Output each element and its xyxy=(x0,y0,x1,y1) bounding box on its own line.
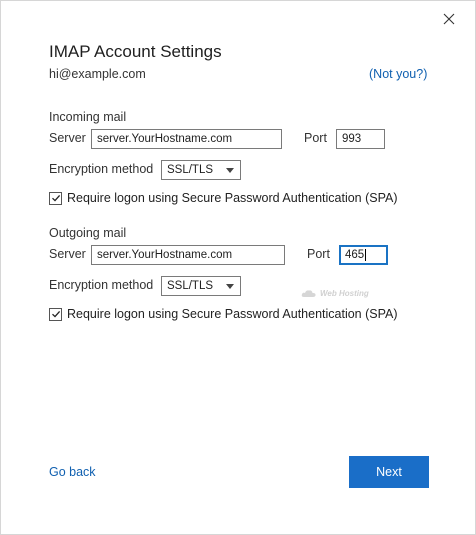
next-button[interactable]: Next xyxy=(349,456,429,488)
incoming-server-label: Server xyxy=(49,131,86,145)
incoming-spa-label: Require logon using Secure Password Auth… xyxy=(67,191,398,205)
incoming-server-input[interactable]: server.YourHostname.com xyxy=(91,129,282,149)
outgoing-encryption-label: Encryption method xyxy=(49,278,154,292)
incoming-port-input[interactable]: 993 xyxy=(336,129,385,149)
close-button[interactable] xyxy=(437,7,461,31)
not-you-link[interactable]: (Not you?) xyxy=(369,67,427,81)
outgoing-mail-heading: Outgoing mail xyxy=(49,226,127,240)
incoming-encryption-value: SSL/TLS xyxy=(167,164,214,176)
outgoing-port-value: 465 xyxy=(345,249,365,261)
checkmark-icon xyxy=(51,310,60,318)
account-email: hi@example.com xyxy=(49,67,146,81)
outgoing-encryption-select[interactable]: SSL/TLS xyxy=(161,276,241,296)
go-back-link[interactable]: Go back xyxy=(49,465,96,479)
outgoing-spa-checkbox[interactable] xyxy=(49,307,62,321)
outgoing-encryption-value: SSL/TLS xyxy=(167,280,214,292)
outgoing-spa-checkbox-row[interactable]: Require logon using Secure Password Auth… xyxy=(49,307,398,321)
outgoing-server-input[interactable]: server.YourHostname.com xyxy=(91,245,285,265)
incoming-encryption-label: Encryption method xyxy=(49,162,154,176)
incoming-spa-checkbox[interactable] xyxy=(49,191,62,205)
incoming-spa-checkbox-row[interactable]: Require logon using Secure Password Auth… xyxy=(49,191,398,205)
chevron-down-icon xyxy=(226,284,234,289)
dialog-title: IMAP Account Settings xyxy=(49,42,222,61)
watermark-text: Web Hosting xyxy=(320,289,369,298)
checkmark-icon xyxy=(51,194,60,202)
incoming-encryption-select[interactable]: SSL/TLS xyxy=(161,160,241,180)
cloud-icon xyxy=(301,290,316,297)
text-cursor xyxy=(365,248,367,261)
incoming-mail-heading: Incoming mail xyxy=(49,110,127,124)
close-icon xyxy=(443,13,455,25)
chevron-down-icon xyxy=(226,168,234,173)
outgoing-port-label: Port xyxy=(307,247,330,261)
web-hosting-watermark: Web Hosting xyxy=(301,289,369,298)
outgoing-server-label: Server xyxy=(49,247,86,261)
outgoing-spa-label: Require logon using Secure Password Auth… xyxy=(67,307,398,321)
imap-settings-dialog: IMAP Account Settings hi@example.com (No… xyxy=(0,0,476,535)
outgoing-port-input[interactable]: 465 xyxy=(339,245,388,265)
incoming-port-label: Port xyxy=(304,131,327,145)
